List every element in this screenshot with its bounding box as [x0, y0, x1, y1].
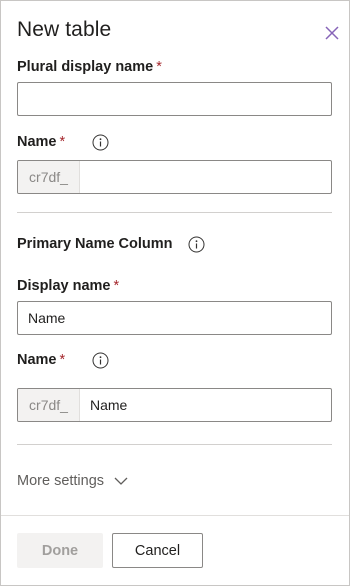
plural-display-name-label-text: Plural display name [17, 59, 154, 75]
info-icon[interactable] [91, 133, 109, 151]
info-icon[interactable] [187, 235, 205, 253]
primary-name-column-heading: Primary Name Column [17, 236, 173, 252]
required-mark: * [156, 59, 162, 75]
column-name-field: cr7df_ [17, 388, 332, 422]
table-name-label: Name * [17, 134, 65, 150]
display-name-label-text: Display name [17, 278, 111, 294]
new-table-panel: New table Plural display name * Name * cr7… [0, 0, 350, 586]
cancel-button[interactable]: Cancel [112, 533, 203, 568]
required-mark: * [59, 134, 66, 150]
more-settings-label: More settings [17, 473, 105, 489]
column-name-label-text: Name [17, 352, 57, 368]
close-button[interactable] [323, 24, 341, 42]
section-divider [17, 212, 332, 213]
panel-title: New table [17, 18, 112, 41]
column-name-input[interactable] [80, 389, 331, 421]
close-icon [325, 26, 339, 40]
table-name-input[interactable] [80, 161, 331, 193]
table-name-prefix: cr7df_ [18, 161, 80, 193]
column-name-label: Name * [17, 352, 65, 368]
table-name-label-text: Name [17, 134, 57, 150]
column-name-prefix: cr7df_ [18, 389, 80, 421]
plural-display-name-label: Plural display name * [17, 59, 162, 75]
plural-display-name-input[interactable] [17, 82, 332, 116]
display-name-label: Display name * [17, 278, 119, 294]
required-mark: * [59, 352, 66, 368]
info-icon[interactable] [91, 351, 109, 369]
required-mark: * [113, 278, 120, 294]
chevron-down-icon [114, 477, 128, 486]
table-name-field: cr7df_ [17, 160, 332, 194]
done-button[interactable]: Done [17, 533, 103, 568]
footer-divider [1, 515, 349, 516]
more-settings-toggle[interactable]: More settings [17, 473, 128, 489]
display-name-input[interactable] [17, 301, 332, 335]
section-divider [17, 444, 332, 445]
